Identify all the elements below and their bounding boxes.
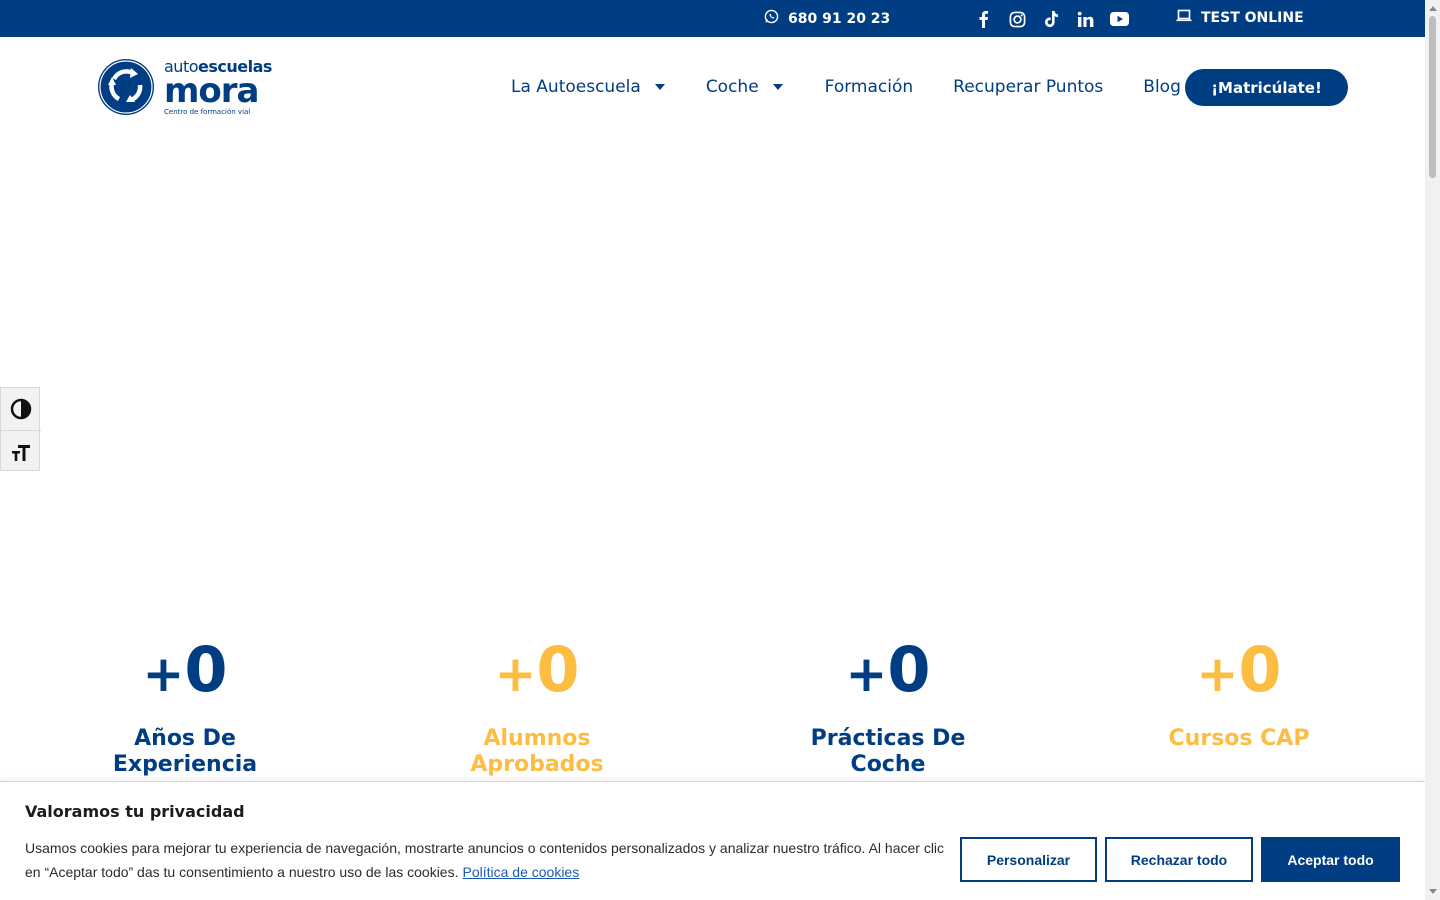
stat-label-line: Coche [850,752,926,777]
instagram-icon[interactable] [1006,8,1028,30]
nav-item-blog[interactable]: Blog [1143,77,1181,97]
stat-value: +0 [427,633,647,711]
stat-plus: + [494,645,537,703]
stat-value: +0 [1129,633,1349,711]
whatsapp-icon [764,9,779,28]
stat-number: 0 [1238,633,1282,706]
page: 680 91 20 23 TEST ONLINE autoescuelas mo… [0,0,1440,900]
test-online-link[interactable]: TEST ONLINE [1176,9,1304,26]
stat-label: Años De Experiencia [75,726,295,778]
contrast-icon[interactable] [1,388,41,430]
phone-number: 680 91 20 23 [788,10,891,27]
text-size-icon[interactable] [1,430,41,472]
stat-label-line: Alumnos [483,726,591,751]
stat-practices: +0 Prácticas De Coche [778,633,998,778]
stat-label: Cursos CAP [1129,726,1349,752]
stat-students: +0 Alumnos Aprobados [427,633,647,778]
caret-down-icon [772,84,783,90]
cookie-text: Usamos cookies para mejorar tu experienc… [25,836,955,884]
nav-item-la-autoescuela[interactable]: La Autoescuela [511,77,665,97]
roundabout-logo-icon [98,59,154,115]
stat-number: 0 [184,633,228,706]
stat-number: 0 [887,633,931,706]
main-nav: La Autoescuela Coche Formación Recuperar… [511,76,1181,98]
stat-value: +0 [75,633,295,711]
nav-label: La Autoescuela [511,77,641,97]
logo-mora-text: mora [164,71,259,111]
nav-label: Blog [1143,77,1181,97]
stat-plus: + [845,645,888,703]
matriculate-button[interactable]: ¡Matricúlate! [1185,69,1348,106]
nav-item-formacion[interactable]: Formación [825,77,914,97]
tiktok-icon[interactable] [1040,8,1062,30]
scroll-down-icon[interactable] [1429,889,1437,894]
stat-cap-courses: +0 Cursos CAP [1129,633,1349,752]
stat-label-line: Experiencia [112,752,258,777]
stat-plus: + [1196,645,1239,703]
nav-label: Formación [824,77,914,97]
social-links [972,8,1130,30]
nav-item-recuperar-puntos[interactable]: Recuperar Puntos [953,77,1103,97]
site-logo[interactable]: autoescuelas mora Centro de formación vi… [97,57,272,119]
page-scrollbar[interactable] [1425,0,1440,900]
scrollbar-thumb[interactable] [1429,16,1436,178]
facebook-icon[interactable] [972,8,994,30]
stat-number: 0 [536,633,580,706]
stat-label: Alumnos Aprobados [427,726,647,778]
cookie-policy-link[interactable]: Política de cookies [462,864,579,880]
caret-down-icon [654,84,665,90]
phone-link[interactable]: 680 91 20 23 [764,9,890,28]
stat-label-line: Cursos CAP [1168,726,1310,751]
logo-wordmark: autoescuelas mora Centro de formación vi… [164,57,272,116]
stat-value: +0 [778,633,998,711]
youtube-icon[interactable] [1108,8,1130,30]
nav-label: Recuperar Puntos [953,77,1104,97]
cookie-banner: Valoramos tu privacidad Usamos cookies p… [0,781,1425,900]
stat-label-line: Aprobados [470,752,604,777]
accessibility-toolbar [0,387,41,472]
stat-label: Prácticas De Coche [778,726,998,778]
accept-all-button[interactable]: Aceptar todo [1261,837,1400,882]
laptop-icon [1176,9,1192,26]
stat-experience: +0 Años De Experiencia [75,633,295,778]
reject-all-button[interactable]: Rechazar todo [1105,837,1253,882]
stat-label-line: Años De [134,726,236,751]
stat-plus: + [142,645,185,703]
nav-item-coche[interactable]: Coche [706,77,783,97]
linkedin-icon[interactable] [1074,8,1096,30]
customize-button[interactable]: Personalizar [960,837,1097,882]
test-online-label: TEST ONLINE [1201,9,1304,26]
nav-label: Coche [705,77,759,97]
top-bar: 680 91 20 23 TEST ONLINE [0,0,1425,37]
stat-label-line: Prácticas De [810,726,966,751]
scroll-up-icon[interactable] [1429,6,1437,11]
cookie-title: Valoramos tu privacidad [25,802,245,821]
